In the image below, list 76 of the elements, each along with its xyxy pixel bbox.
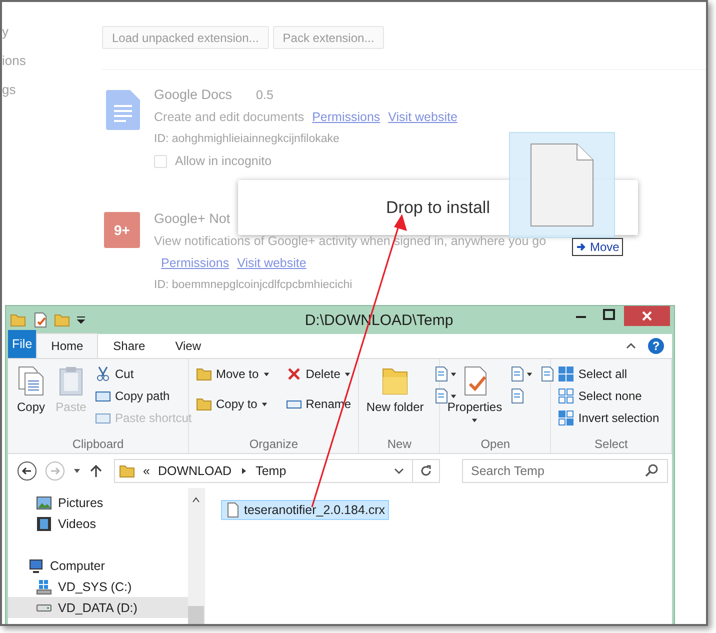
extension-id: ID: aohghmighlieiainnegkcijnfilokake: [154, 132, 340, 146]
document-logo-icon: [106, 90, 140, 130]
picture-icon: [36, 494, 52, 510]
grid-icon: [558, 410, 574, 426]
file-item[interactable]: teseranotifier_2.0.184.crx: [221, 500, 390, 520]
ribbon-button[interactable]: Select all: [555, 363, 630, 385]
grid-icon: [558, 366, 574, 382]
ribbon-tab[interactable]: View: [160, 333, 216, 358]
ribbon-button[interactable]: Cut: [92, 363, 137, 385]
ribbon-group-label: Select: [594, 436, 629, 453]
ribbon-group-label: Clipboard: [71, 436, 125, 453]
document-icon: [509, 366, 526, 382]
ribbon-button[interactable]: Invert selection: [555, 407, 662, 429]
ribbon-button[interactable]: New folder: [363, 363, 427, 435]
help-button[interactable]: ?: [648, 338, 664, 354]
ribbon-button[interactable]: Copy to: [193, 393, 272, 415]
extension-id: ID: boemmnepglcoinjcdlfcpcbmhiecichi: [154, 278, 354, 292]
scissors-icon: [95, 366, 111, 382]
breadcrumb-item[interactable]: DOWNLOAD: [158, 464, 232, 478]
extension-logo: 9+: [104, 212, 140, 248]
breadcrumb-item[interactable]: Temp: [256, 464, 286, 478]
document-icon: [509, 388, 526, 404]
ribbon-tab[interactable]: Share: [98, 333, 160, 358]
document-check-icon[interactable]: [32, 312, 48, 328]
ribbon-group-label: Open: [480, 436, 512, 453]
chevron-down-icon[interactable]: [394, 466, 404, 476]
film-icon: [36, 516, 52, 532]
document-icon: [432, 366, 449, 382]
folder-icon: [119, 463, 135, 479]
checkbox[interactable]: [154, 154, 167, 168]
grid-icon: [558, 388, 574, 404]
ribbon-button[interactable]: Copy: [12, 363, 50, 429]
up-arrow-icon[interactable]: [88, 463, 104, 479]
address-bar[interactable]: « DOWNLOAD Temp: [114, 459, 440, 483]
back-icon[interactable]: [16, 460, 38, 482]
monitor-icon: [28, 558, 44, 574]
nav-item[interactable]: Computer: [8, 555, 188, 576]
file-icon: [225, 502, 241, 518]
drop-label: Drop to install: [386, 198, 490, 218]
extension-name: Google Docs: [154, 88, 232, 102]
arrow-right-icon: [576, 242, 586, 252]
dropdown-caret-icon[interactable]: [76, 315, 86, 325]
ribbon-button[interactable]: Select none: [555, 385, 645, 407]
nav-item[interactable]: VD_SYS (C:): [8, 576, 188, 597]
extension-description: View notifications of Google+ activity when signed in, anywhere you go: [154, 234, 546, 248]
scroll-up-icon[interactable]: [192, 496, 200, 504]
document-icon: [432, 388, 449, 404]
cross-icon: [286, 366, 302, 382]
chevron-right-icon[interactable]: [240, 467, 248, 475]
search-field[interactable]: Search Temp: [462, 459, 668, 483]
ribbon-button[interactable]: Move to: [193, 363, 273, 385]
extension-description: Create and edit documents: [154, 110, 304, 124]
extension-name: Google+ Not: [154, 212, 230, 226]
document-icon: [530, 143, 594, 227]
folder-icon: [196, 366, 212, 382]
ribbon-group-label: New: [386, 436, 412, 453]
drive-icon: [36, 578, 52, 594]
extension-version: 0.5: [256, 88, 274, 102]
ribbon-tab[interactable]: Home: [36, 333, 98, 358]
nav-item[interactable]: Videos: [8, 513, 188, 534]
ribbon-tab[interactable]: File: [8, 330, 36, 358]
ribbon-button[interactable]: Copy path: [92, 385, 173, 407]
breadcrumb-overflow[interactable]: «: [143, 464, 150, 478]
ribbon-group-label: Organize: [248, 436, 300, 453]
nav-item[interactable]: VD_DATA (D:): [8, 597, 188, 618]
ribbon-button[interactable]: Properties: [444, 363, 506, 429]
ribbon-button[interactable]: Delete: [282, 363, 354, 385]
checkbox-label: Allow in incognito: [175, 154, 272, 168]
close-icon[interactable]: [624, 306, 670, 326]
collapse-ribbon-icon[interactable]: [626, 341, 636, 351]
document-icon: [539, 366, 556, 382]
nav-item[interactable]: Pictures: [8, 492, 188, 513]
drag-effect-text: Move: [590, 240, 620, 254]
scrollbar[interactable]: [188, 488, 204, 624]
folder-icon: [196, 396, 212, 412]
drive-icon: [36, 604, 52, 612]
